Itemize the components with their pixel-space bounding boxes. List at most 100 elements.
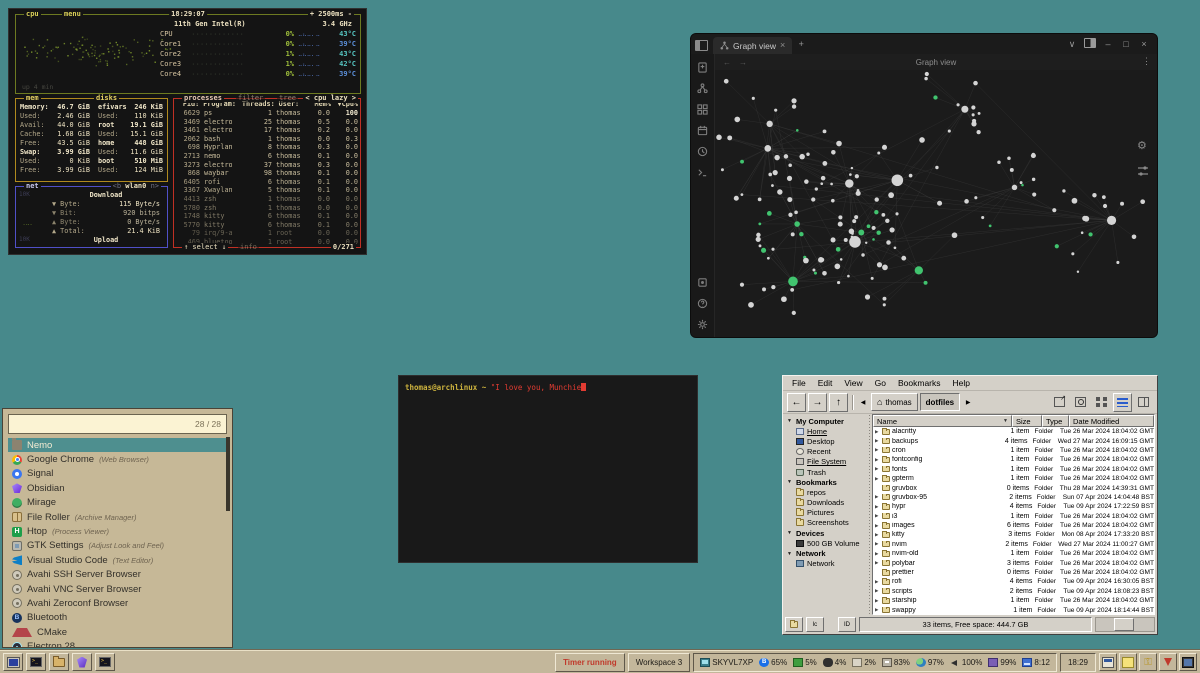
launcher-terminal-button[interactable]: [95, 653, 115, 671]
menu-view[interactable]: View: [839, 378, 867, 388]
tray-pc-network[interactable]: SKYVL7XP: [700, 658, 753, 667]
sidebar-item-500-gb-volume[interactable]: 500 GB Volume: [787, 538, 867, 548]
workspace-indicator[interactable]: Workspace 3: [628, 653, 691, 672]
graph-canvas[interactable]: [715, 70, 1157, 337]
breadcrumb-dotfiles[interactable]: dotfiles: [920, 393, 960, 411]
tray-chip[interactable]: 99%: [988, 658, 1016, 667]
table-row[interactable]: ▶nvim2 itemsFolderWed 27 Mar 2024 11:00:…: [873, 540, 1154, 549]
table-row[interactable]: ▶gruvbox-952 itemsFolderSun 07 Apr 2024 …: [873, 493, 1154, 502]
launcher-terminal-button[interactable]: [26, 653, 46, 671]
launcher-item[interactable]: CMake: [8, 625, 227, 639]
graph-icon[interactable]: [697, 82, 709, 94]
find-files-icon[interactable]: [1071, 393, 1090, 412]
menu-edit[interactable]: Edit: [813, 378, 838, 388]
forward-button[interactable]: →: [808, 393, 827, 412]
tray-button-monitor[interactable]: [1179, 653, 1197, 671]
cpu-box-label[interactable]: cpu: [24, 10, 41, 19]
menu-file[interactable]: File: [787, 378, 811, 388]
timer-running-button[interactable]: Timer running: [555, 653, 625, 672]
tray-button-download-arrow[interactable]: [1159, 653, 1177, 671]
table-row[interactable]: ▶backups4 itemsFolderWed 27 Mar 2024 16:…: [873, 436, 1154, 445]
table-row[interactable]: ▶i31 itemFolderTue 26 Mar 2024 18:04:02 …: [873, 512, 1154, 521]
process-row[interactable]: 5780zsh1thomas0.00.0: [174, 204, 360, 213]
process-row[interactable]: 2062bash1thomas0.00.3: [174, 135, 360, 144]
history-icon[interactable]: [697, 145, 709, 157]
process-row[interactable]: 6629ps1thomas0.0100: [174, 109, 360, 118]
taskbar-clock[interactable]: 18:29: [1060, 653, 1096, 672]
launcher-item[interactable]: Bluetooth: [8, 611, 227, 625]
process-row[interactable]: 3469electron25thomas0.50.0: [174, 118, 360, 127]
process-row[interactable]: 3461electron17thomas0.20.0: [174, 126, 360, 135]
table-row[interactable]: ▶polybar3 itemsFolderTue 26 Mar 2024 18:…: [873, 558, 1154, 567]
obsidian-titlebar[interactable]: Graph view × + ∨ – □ ×: [691, 34, 1157, 54]
process-row[interactable]: 868waybar98thomas0.10.0: [174, 169, 360, 178]
search-input[interactable]: 28 / 28: [8, 414, 227, 434]
net-interface[interactable]: <b wlan0 n>: [111, 182, 161, 191]
launcher-item[interactable]: Nemo: [8, 438, 227, 452]
cpu-core-row[interactable]: Core1⠄⠄⠄⠄⠄⠄⠄⠄⠄⠄⠄⠄0%⣀⣄⣀⡀⣀39°C: [160, 39, 356, 49]
table-row[interactable]: ▶alacritty1 itemFolderTue 26 Mar 2024 18…: [873, 427, 1154, 436]
table-row[interactable]: ▶images6 itemsFolderTue 26 Mar 2024 18:0…: [873, 521, 1154, 530]
table-row[interactable]: ▶fonts1 itemFolderTue 26 Mar 2024 18:04:…: [873, 465, 1154, 474]
new-note-icon[interactable]: [697, 61, 709, 73]
column-header-size[interactable]: Size: [1012, 415, 1042, 427]
cpu-core-row[interactable]: Core3⠄⠄⠄⠄⠄⠄⠄⠄⠄⠄⠄⠄1%⣀⣄⣀⡀⣀42°C: [160, 59, 356, 69]
breadcrumb-thomas[interactable]: ⌂thomas: [871, 393, 918, 411]
tray-bluetooth[interactable]: 65%: [759, 658, 787, 667]
side-pane-tree-button[interactable]: lc: [806, 617, 824, 632]
sidebar-toggle-icon[interactable]: [1081, 38, 1099, 50]
table-row[interactable]: ▶hypr4 itemsFolderTue 09 Apr 2024 17:22:…: [873, 502, 1154, 511]
processes-box-label[interactable]: processes: [182, 94, 224, 103]
sidebar-item-desktop[interactable]: Desktop: [787, 436, 867, 446]
sidebar-item-screenshots[interactable]: Screenshots: [787, 518, 867, 528]
table-row[interactable]: gruvbox0 itemsFolderThu 28 Mar 2024 14:3…: [873, 483, 1154, 492]
path-scroll-right-icon[interactable]: ▶: [962, 393, 974, 412]
refresh-interval[interactable]: + 2500ms -: [308, 10, 354, 19]
maximize-button[interactable]: □: [1117, 39, 1135, 49]
launcher-obsidian-button[interactable]: [72, 653, 92, 671]
tray-net-blue[interactable]: 8:12: [1022, 658, 1050, 667]
launcher-file-manager-button[interactable]: [49, 653, 69, 671]
sidebar-section-my-computer[interactable]: ▼My Computer: [787, 416, 867, 426]
tray-battery-light[interactable]: 2%: [852, 658, 876, 667]
tray-printer[interactable]: 83%: [882, 658, 910, 667]
table-row[interactable]: ▶swappy1 itemFolderTue 09 Apr 2024 18:14…: [873, 605, 1154, 614]
table-row[interactable]: ▶nvim-old1 itemFolderTue 26 Mar 2024 18:…: [873, 549, 1154, 558]
scrollbar[interactable]: [226, 437, 230, 511]
process-row[interactable]: 5770kitty6thomas0.10.0: [174, 221, 360, 230]
dual-pane-icon[interactable]: [1134, 393, 1153, 412]
launcher-item[interactable]: Avahi SSH Server Browser: [8, 568, 227, 582]
menu-bookmarks[interactable]: Bookmarks: [893, 378, 946, 388]
launcher-item[interactable]: File Roller(Archive Manager): [8, 510, 227, 524]
up-button[interactable]: ↑: [829, 393, 848, 412]
process-row[interactable]: 3367Xwayland5thomas0.10.0: [174, 186, 360, 195]
sort-mode[interactable]: < cpu lazy >: [303, 94, 358, 103]
sidebar-item-network[interactable]: Network: [787, 559, 867, 569]
kitty-terminal-window[interactable]: thomas@archlinux ~ "I love you, Munchie: [398, 375, 698, 563]
column-header-type[interactable]: Type: [1042, 415, 1069, 427]
tray-button-window-edit[interactable]: [1099, 653, 1117, 671]
layout-grid-icon[interactable]: [697, 103, 709, 115]
help-icon[interactable]: [697, 297, 709, 309]
tray-battery-green[interactable]: 5%: [793, 658, 817, 667]
disks-box-label[interactable]: disks: [94, 94, 119, 103]
launcher-item[interactable]: Mirage: [8, 496, 227, 510]
sidebar-section-bookmarks[interactable]: ▼Bookmarks: [787, 477, 867, 487]
table-row[interactable]: ▶fontconfig1 itemFolderTue 26 Mar 2024 1…: [873, 455, 1154, 464]
sidebar-item-recent[interactable]: Recent: [787, 447, 867, 457]
process-row[interactable]: 1748kitty6thomas0.10.0: [174, 212, 360, 221]
launcher-item[interactable]: Electron 28: [8, 639, 227, 648]
launcher-computer-button[interactable]: [3, 653, 23, 671]
launcher-item[interactable]: Htop(Process Viewer): [8, 524, 227, 538]
graph-settings-gear-icon[interactable]: ⚙: [1137, 139, 1149, 152]
vault-switcher-icon[interactable]: [697, 276, 709, 288]
show-hidden-button[interactable]: ID: [838, 617, 856, 632]
close-button[interactable]: ×: [1135, 39, 1153, 49]
process-row[interactable]: 2713nemo6thomas0.10.0: [174, 152, 360, 161]
launcher-item[interactable]: Obsidian: [8, 481, 227, 495]
settings-icon[interactable]: [697, 318, 709, 330]
new-tab-button[interactable]: +: [792, 39, 810, 49]
sidebar-item-home[interactable]: Home: [787, 426, 867, 436]
filter-button[interactable]: filter: [236, 94, 265, 103]
path-scroll-left-icon[interactable]: ◀: [857, 393, 869, 412]
